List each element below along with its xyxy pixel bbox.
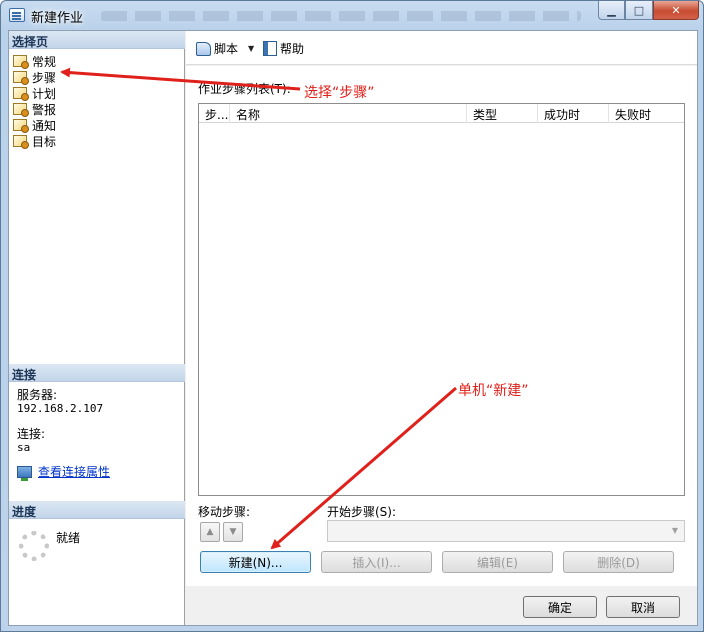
page-item-label: 警报	[32, 102, 57, 117]
page-icon	[13, 71, 29, 85]
move-up-button[interactable]: ▲	[200, 522, 220, 542]
delete-step-button[interactable]: 删除(D)	[563, 551, 674, 573]
title-bar[interactable]: 新建作业 ▁ □ ✕	[1, 1, 703, 29]
dialog-client-area: 选择页 常规 步骤 计划 警报 通知 目标 连接 服务器: 192.168.2.…	[8, 30, 698, 626]
select-page-header: 选择页	[9, 31, 185, 49]
toolbar: 脚本 ▼ 帮助	[186, 31, 697, 65]
page-item-label: 通知	[32, 118, 57, 133]
window-title: 新建作业	[31, 11, 84, 26]
job-steps-grid[interactable]: 步... 名称 类型 成功时 失败时	[198, 103, 685, 496]
server-label: 服务器:	[17, 388, 58, 402]
edit-step-button[interactable]: 编辑(E)	[442, 551, 553, 573]
left-pane: 选择页 常规 步骤 计划 警报 通知 目标 连接 服务器: 192.168.2.…	[9, 31, 185, 625]
connection-properties-icon	[17, 465, 32, 481]
maximize-button[interactable]: □	[625, 1, 653, 20]
script-button[interactable]: 脚本 ▼	[196, 40, 254, 57]
annotation-click-new: 单机“新建”	[458, 383, 529, 399]
page-item-notifications[interactable]: 通知	[13, 117, 56, 133]
connection-info: 服务器: 192.168.2.107 连接: sa	[17, 388, 104, 455]
connection-header: 连接	[9, 364, 185, 382]
column-header-step[interactable]: 步...	[199, 104, 230, 123]
job-step-list-label: 作业步骤列表(T):	[198, 82, 291, 96]
page-item-label: 计划	[32, 86, 57, 101]
close-button[interactable]: ✕	[653, 1, 699, 20]
page-icon	[13, 119, 29, 133]
chevron-down-icon[interactable]: ▼	[248, 44, 254, 53]
minimize-button[interactable]: ▁	[598, 1, 625, 20]
move-step-label: 移动步骤:	[198, 505, 251, 519]
page-item-label: 目标	[32, 134, 57, 149]
page-item-label: 步骤	[32, 70, 57, 85]
progress-header: 进度	[9, 501, 185, 519]
column-header-name[interactable]: 名称	[230, 104, 467, 123]
page-icon	[13, 87, 29, 101]
arrow-up-icon: ▲	[206, 527, 214, 537]
page-item-schedules[interactable]: 计划	[13, 85, 56, 101]
connection-value: sa	[17, 441, 31, 454]
steps-page: 作业步骤列表(T): 步... 名称 类型 成功时 失败时 移动步骤: ▲ ▼ …	[186, 66, 697, 586]
page-item-targets[interactable]: 目标	[13, 133, 56, 149]
server-value: 192.168.2.107	[17, 402, 104, 415]
view-connection-properties-link[interactable]: 查看连接属性	[38, 463, 110, 480]
connection-label: 连接:	[17, 427, 46, 441]
column-header-type[interactable]: 类型	[467, 104, 538, 123]
cancel-button[interactable]: 取消	[606, 596, 680, 618]
arrow-down-icon: ▼	[229, 527, 237, 537]
view-connection-properties[interactable]: 查看连接属性	[17, 463, 110, 481]
page-icon	[13, 55, 29, 69]
column-header-on-failure[interactable]: 失败时	[609, 104, 684, 123]
column-header-on-success[interactable]: 成功时	[538, 104, 609, 123]
progress-spinner-icon	[19, 531, 49, 561]
app-icon	[9, 8, 25, 22]
blurred-title-region	[101, 11, 581, 21]
grid-header: 步... 名称 类型 成功时 失败时	[199, 104, 684, 123]
move-down-button[interactable]: ▼	[223, 522, 243, 542]
page-icon	[13, 103, 29, 117]
start-step-label: 开始步骤(S):	[327, 505, 397, 519]
page-item-label: 常规	[32, 54, 57, 69]
progress-status: 就绪	[56, 531, 81, 545]
chevron-down-icon: ▼	[671, 526, 678, 535]
page-item-general[interactable]: 常规	[13, 53, 56, 69]
page-item-steps[interactable]: 步骤	[13, 69, 56, 85]
insert-step-button[interactable]: 插入(I)...	[321, 551, 432, 573]
new-step-button[interactable]: 新建(N)...	[200, 551, 311, 573]
help-icon	[263, 41, 277, 56]
script-label: 脚本	[214, 42, 239, 56]
help-label: 帮助	[280, 42, 305, 56]
page-icon	[13, 135, 29, 149]
ok-button[interactable]: 确定	[523, 596, 597, 618]
start-step-select[interactable]: ▼	[327, 520, 685, 542]
help-button[interactable]: 帮助	[263, 40, 304, 57]
script-icon	[196, 41, 211, 56]
page-list: 常规 步骤 计划 警报 通知 目标	[13, 53, 56, 149]
annotation-select-steps: 选择“步骤”	[304, 85, 375, 101]
page-item-alerts[interactable]: 警报	[13, 101, 56, 117]
